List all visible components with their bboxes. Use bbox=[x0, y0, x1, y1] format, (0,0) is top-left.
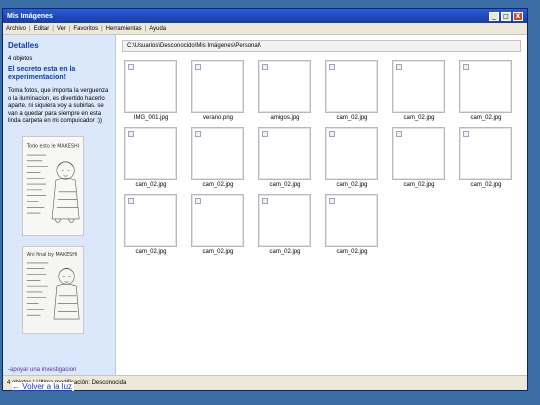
broken-image-icon bbox=[195, 198, 201, 204]
file-name: cam_02.jpg bbox=[135, 182, 167, 188]
file-name: IMG_001.jpg bbox=[133, 115, 169, 121]
sketch-image-2: Ahí final by MAKESHI bbox=[22, 245, 84, 334]
back-to-light-link[interactable]: ← Volver a la luz bbox=[12, 382, 75, 391]
file-thumbnail[interactable] bbox=[191, 194, 244, 247]
file-thumbnail[interactable] bbox=[258, 127, 311, 180]
file-thumbnail[interactable] bbox=[325, 60, 378, 113]
sketch-1-caption: Todo esto le MAKESHI bbox=[26, 143, 79, 149]
file-item[interactable]: amigos.jpg bbox=[258, 60, 312, 121]
file-thumbnail[interactable] bbox=[191, 60, 244, 113]
maximize-button[interactable]: □ bbox=[501, 11, 511, 21]
broken-image-icon bbox=[195, 64, 201, 70]
title-bar[interactable]: Mis Imágenes _ □ X bbox=[3, 9, 527, 23]
menu-favoritos[interactable]: Favoritos bbox=[73, 26, 98, 32]
file-item[interactable]: cam_02.jpg bbox=[392, 60, 446, 121]
menu-separator: | bbox=[101, 25, 103, 32]
menu-separator: | bbox=[52, 25, 54, 32]
file-thumbnail[interactable] bbox=[258, 194, 311, 247]
address-bar[interactable]: C:\Usuarios\Desconocido\Mis Imágenes\Per… bbox=[122, 40, 521, 52]
broken-image-icon bbox=[463, 64, 469, 70]
menu-editar[interactable]: Editar bbox=[34, 26, 50, 32]
file-item[interactable]: cam_02.jpg bbox=[191, 194, 245, 255]
sketch-image-1: Todo esto le MAKESHI bbox=[22, 135, 84, 236]
file-thumbnail[interactable] bbox=[325, 127, 378, 180]
file-name: cam_02.jpg bbox=[403, 115, 435, 121]
file-item[interactable]: cam_02.jpg bbox=[325, 127, 379, 188]
broken-image-icon bbox=[463, 131, 469, 137]
broken-image-icon bbox=[128, 131, 134, 137]
broken-image-icon bbox=[329, 131, 335, 137]
menu-archivo[interactable]: Archivo bbox=[6, 26, 26, 32]
window-controls: _ □ X bbox=[489, 11, 523, 21]
broken-image-icon bbox=[262, 198, 268, 204]
content-area: Detalles 4 objetos El secreto esta en la… bbox=[3, 35, 527, 375]
window-title: Mis Imágenes bbox=[7, 12, 53, 20]
file-item[interactable]: cam_02.jpg bbox=[325, 194, 379, 255]
file-grid: IMG_001.jpg verano.png amigos.jpg cam_02.jp… bbox=[122, 60, 521, 255]
file-item[interactable]: cam_02.jpg bbox=[325, 60, 379, 121]
sketch-2-caption: Ahí final by MAKESHI bbox=[27, 251, 77, 258]
file-name: verano.png bbox=[202, 115, 234, 121]
file-name: cam_02.jpg bbox=[202, 182, 234, 188]
file-thumbnail[interactable] bbox=[392, 127, 445, 180]
file-name: cam_02.jpg bbox=[269, 182, 301, 188]
file-thumbnail[interactable] bbox=[459, 127, 512, 180]
file-name: cam_02.jpg bbox=[336, 249, 368, 255]
file-item[interactable]: cam_02.jpg bbox=[124, 194, 178, 255]
broken-image-icon bbox=[329, 198, 335, 204]
broken-image-icon bbox=[329, 64, 335, 70]
file-name: cam_02.jpg bbox=[470, 115, 502, 121]
menu-ayuda[interactable]: Ayuda bbox=[149, 26, 166, 32]
broken-image-icon bbox=[396, 64, 402, 70]
broken-image-icon bbox=[195, 131, 201, 137]
file-name: cam_02.jpg bbox=[403, 182, 435, 188]
status-bar: 4 objetos | Ultima modificación: Descono… bbox=[3, 375, 527, 390]
file-item[interactable]: IMG_001.jpg bbox=[124, 60, 178, 121]
menu-separator: | bbox=[68, 25, 71, 32]
close-button[interactable]: X bbox=[513, 11, 523, 21]
file-thumbnail[interactable] bbox=[191, 127, 244, 180]
file-pane: C:\Usuarios\Desconocido\Mis Imágenes\Per… bbox=[116, 35, 527, 375]
broken-image-icon bbox=[128, 198, 134, 204]
broken-image-icon bbox=[128, 64, 134, 70]
file-thumbnail[interactable] bbox=[392, 60, 445, 113]
file-item[interactable]: cam_02.jpg bbox=[459, 127, 513, 188]
file-name: cam_02.jpg bbox=[336, 182, 368, 188]
menu-herramientas[interactable]: Herramientas bbox=[106, 26, 142, 32]
broken-image-icon bbox=[262, 64, 268, 70]
file-item[interactable]: cam_02.jpg bbox=[258, 127, 312, 188]
file-name: cam_02.jpg bbox=[202, 249, 234, 255]
object-count: 4 objetos bbox=[8, 56, 33, 62]
menu-separator: | bbox=[29, 25, 31, 32]
file-name: cam_02.jpg bbox=[135, 249, 167, 255]
sidebar-title: Detalles bbox=[8, 41, 39, 50]
menu-bar: Archivo | Editar | Ver | Favoritos | Herrami… bbox=[3, 23, 527, 35]
file-name: cam_02.jpg bbox=[470, 182, 502, 188]
file-name: cam_02.jpg bbox=[336, 115, 368, 121]
explorer-window: Mis Imágenes _ □ X Archivo | Editar | Ver |… bbox=[2, 8, 528, 391]
file-item[interactable]: cam_02.jpg bbox=[124, 127, 178, 188]
investigation-link[interactable]: -apoyar una investigacion bbox=[8, 367, 76, 373]
file-name: cam_02.jpg bbox=[269, 249, 301, 255]
sidebar-description: Toma fotos, que importa la verguenza o l… bbox=[8, 88, 109, 124]
file-thumbnail[interactable] bbox=[124, 60, 177, 113]
sidebar-headline: El secreto esta en la experimentacion! bbox=[8, 66, 76, 81]
broken-image-icon bbox=[262, 131, 268, 137]
menu-ver[interactable]: Ver bbox=[57, 26, 66, 32]
details-sidebar: Detalles 4 objetos El secreto esta en la… bbox=[3, 35, 116, 375]
file-item[interactable]: cam_02.jpg bbox=[459, 60, 513, 121]
minimize-button[interactable]: _ bbox=[489, 11, 499, 21]
file-thumbnail[interactable] bbox=[325, 194, 378, 247]
menu-separator: | bbox=[144, 25, 147, 32]
file-thumbnail[interactable] bbox=[124, 127, 177, 180]
file-name: amigos.jpg bbox=[270, 115, 300, 121]
file-thumbnail[interactable] bbox=[124, 194, 177, 247]
file-thumbnail[interactable] bbox=[258, 60, 311, 113]
file-item[interactable]: cam_02.jpg bbox=[392, 127, 446, 188]
file-thumbnail[interactable] bbox=[459, 60, 512, 113]
file-item[interactable]: cam_02.jpg bbox=[191, 127, 245, 188]
file-item[interactable]: cam_02.jpg bbox=[258, 194, 312, 255]
broken-image-icon bbox=[396, 131, 402, 137]
file-item[interactable]: verano.png bbox=[191, 60, 245, 121]
